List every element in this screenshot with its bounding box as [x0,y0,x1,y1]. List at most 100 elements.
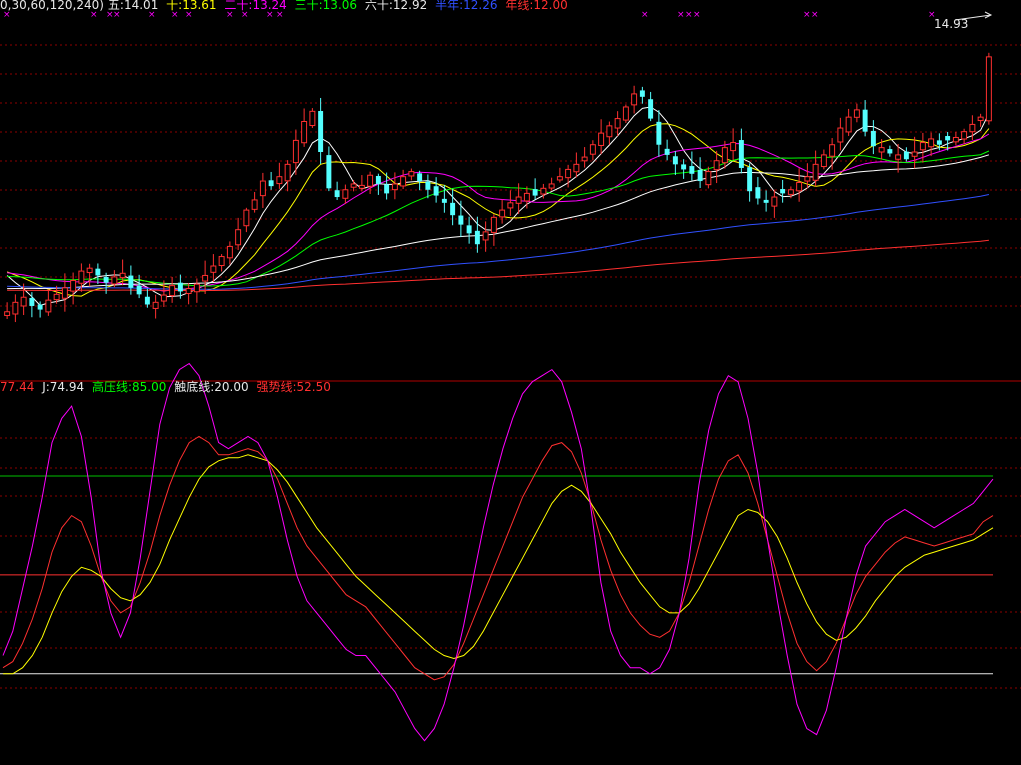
candle [334,181,340,200]
candle [226,241,233,265]
j-value: 74.94 [49,380,85,394]
ma5-value: 14.01 [123,0,159,12]
candle-body [78,270,85,284]
candle [384,172,390,200]
candle [342,184,349,204]
candle-body [391,183,398,191]
candle [284,160,291,192]
candle-body [499,209,506,218]
candle-body [713,160,720,171]
kdj-lines [2,362,994,742]
candle-body [53,293,60,301]
candle-body [268,180,274,187]
ma240-label: 年线: [505,0,534,12]
candle [639,86,645,104]
candle-body [952,136,959,143]
ma60-value: 12.92 [392,0,428,12]
candle [556,167,563,183]
ma20-value: 13.24 [252,0,287,12]
candle [796,168,803,202]
candle-body [969,123,976,133]
high-line-label: 高压线: [91,380,133,394]
candle-body [664,148,670,155]
candle-body [4,311,11,316]
strong-line-value: 52.50 [296,380,331,394]
candle [4,302,11,319]
candle [689,151,695,181]
candle [961,128,968,145]
ma20-label: 二十: [224,0,253,12]
main-chart-grid [0,44,1021,689]
candle-body [787,189,794,195]
candle-body [507,202,514,209]
candle-body [20,296,27,307]
candle [887,145,893,157]
candle-body [128,275,134,288]
candle [573,152,580,178]
ma120-label: 半年: [435,0,464,12]
candle-body [705,171,712,186]
candle-body [573,163,580,173]
candle [417,170,423,191]
candle [845,108,852,136]
candle-body [681,164,687,170]
candle-body [911,151,918,157]
ma-line-20 [7,133,990,292]
candle-body [61,287,68,299]
candle [309,108,316,128]
high-line-value: 85.00 [132,380,167,394]
candle-body [103,276,109,283]
candle [656,110,662,157]
candle [326,146,332,192]
candle [367,171,374,194]
candle [837,117,844,151]
candle [318,97,324,164]
candle [136,274,142,299]
candle-body [730,142,737,152]
candle [664,139,670,161]
candle [548,177,555,191]
candle [648,91,654,122]
candle-body [243,209,250,227]
candle [450,188,456,226]
candle [433,177,439,203]
candle-body [581,156,588,162]
ma-line-10 [6,123,990,297]
candle-body [309,110,316,127]
signal-marker: × [811,10,819,20]
candle-body [540,187,547,195]
candle [507,190,514,216]
candle-body [177,282,183,292]
candle [589,140,596,161]
candle [738,128,744,174]
candle-body [548,183,555,189]
signal-marker: × [677,10,685,20]
candle [581,147,588,168]
candle-body [903,151,909,160]
indicator-legend: 77.44 J:74.94 高压线:85.00 触底线:20.00 强势线:52… [0,380,335,395]
candle-body [648,99,654,119]
candle [911,136,918,169]
candle-body [185,288,192,294]
candle-body [771,196,778,207]
candle [730,128,737,160]
candle [829,138,836,170]
candle [812,150,819,187]
candle-body [433,186,439,196]
kdj-line-k [2,435,994,681]
candle-body [490,216,497,233]
candle-body [672,156,678,165]
candle [152,294,159,319]
ma10-value: 13.61 [182,0,217,12]
candle [622,104,629,123]
candle-body [358,184,365,189]
ma30-label: 三十: [294,0,323,12]
candle-body [631,93,638,106]
candle-body [425,181,431,190]
candle-body [235,229,242,246]
candle [862,100,868,137]
candle [358,175,365,192]
candle-body [136,285,142,295]
candle-body [384,184,390,194]
candle-body [160,294,167,302]
